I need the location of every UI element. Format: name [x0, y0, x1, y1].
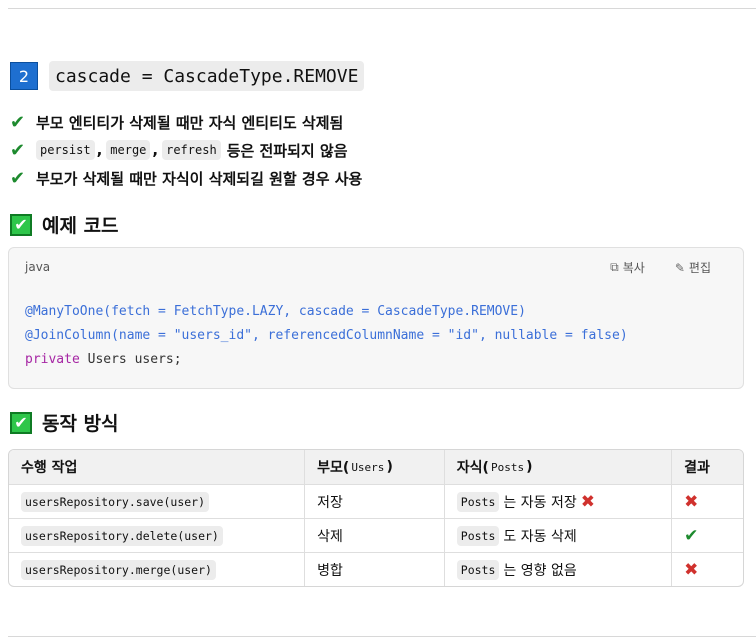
- action-code: usersRepository.delete(user): [21, 525, 223, 546]
- code-chip: refresh: [162, 140, 221, 160]
- code-language: java: [25, 260, 51, 274]
- cross-icon: ✖: [684, 559, 699, 580]
- bullet-text: 부모가 삭제될 때만 자식이 삭제되길 원할 경우 사용: [36, 169, 363, 188]
- section-title: 동작 방식: [42, 413, 119, 435]
- bottom-divider: [8, 636, 756, 637]
- result-cell: ✖: [671, 553, 743, 586]
- parent-cell: 삭제: [304, 519, 444, 552]
- header-child-label: 자식(: [456, 460, 489, 476]
- parent-cell: 병합: [304, 553, 444, 586]
- code-line: private Users users;: [25, 348, 628, 372]
- action-cell: usersRepository.save(user): [9, 485, 304, 518]
- copy-icon: ⧉: [610, 260, 619, 274]
- action-cell: usersRepository.merge(user): [9, 553, 304, 586]
- code-line: @ManyToOne(fetch = FetchType.LAZY, casca…: [25, 304, 526, 319]
- option-heading: 2 cascade = CascadeType.REMOVE: [10, 61, 365, 91]
- child-chip: Posts: [456, 559, 500, 580]
- heading-code: cascade = CascadeType.REMOVE: [49, 61, 365, 91]
- separator: ,: [152, 141, 159, 159]
- code-content: @ManyToOne(fetch = FetchType.LAZY, casca…: [25, 300, 628, 372]
- copy-button[interactable]: ⧉ 복사: [610, 259, 645, 276]
- table-row: usersRepository.delete(user) 삭제 Posts 도 …: [9, 518, 743, 552]
- header-child: 자식(Posts): [443, 450, 671, 484]
- check-icon: ✔: [10, 167, 26, 189]
- code-text: Users users;: [79, 352, 182, 367]
- action-code: usersRepository.save(user): [21, 491, 210, 512]
- bullet-list: ✔ 부모 엔티티가 삭제될 때만 자식 엔티티도 삭제됨 ✔ persist, …: [10, 108, 362, 192]
- code-chip: merge: [106, 140, 151, 160]
- code-keyword: private: [25, 352, 80, 367]
- cross-icon: ✖: [580, 491, 595, 512]
- check-icon: ✔: [10, 139, 26, 161]
- child-chip: Posts: [456, 491, 500, 512]
- edit-icon: ✎: [674, 260, 685, 275]
- child-text: 는 자동 저장: [503, 494, 577, 511]
- check-icon: ✔: [684, 525, 699, 546]
- bullet-item: ✔ persist, merge, refresh 등은 전파되지 않음: [10, 136, 362, 164]
- action-cell: usersRepository.delete(user): [9, 519, 304, 552]
- edit-button[interactable]: ✎ 편집: [675, 259, 711, 276]
- result-cell: ✖: [671, 485, 743, 518]
- bullet-item: ✔ 부모 엔티티가 삭제될 때만 자식 엔티티도 삭제됨: [10, 108, 362, 136]
- child-text: 는 영향 없음: [503, 562, 577, 579]
- header-parent-chip: Users: [351, 460, 385, 474]
- child-cell: Posts 도 자동 삭제: [443, 519, 671, 552]
- top-divider: [8, 8, 756, 9]
- checkbox-check-icon: ✔: [10, 411, 32, 434]
- behavior-heading: ✔ 동작 방식: [10, 409, 119, 436]
- header-result: 결과: [671, 450, 743, 484]
- child-text: 도 자동 삭제: [503, 528, 577, 545]
- table-row: usersRepository.save(user) 저장 Posts 는 자동…: [9, 484, 743, 518]
- behavior-table: 수행 작업 부모(Users) 자식(Posts) 결과 usersReposi…: [8, 449, 744, 587]
- code-line: @JoinColumn(name = "users_id", reference…: [25, 328, 628, 343]
- cross-icon: ✖: [684, 491, 699, 512]
- table-header-row: 수행 작업 부모(Users) 자식(Posts) 결과: [9, 450, 743, 484]
- example-heading: ✔ 예제 코드: [10, 211, 119, 238]
- table-row: usersRepository.merge(user) 병합 Posts 는 영…: [9, 552, 743, 586]
- result-cell: ✔: [671, 519, 743, 552]
- child-cell: Posts 는 영향 없음: [443, 553, 671, 586]
- code-toolbar: ⧉ 복사 ✎ 편집: [610, 259, 711, 276]
- bullet-text: 부모 엔티티가 삭제될 때만 자식 엔티티도 삭제됨: [36, 113, 344, 132]
- section-title: 예제 코드: [42, 215, 119, 237]
- bullet-text: 등은 전파되지 않음: [226, 141, 348, 160]
- check-icon: ✔: [10, 111, 26, 133]
- header-parent-close: ): [386, 459, 393, 475]
- header-parent: 부모(Users): [304, 450, 444, 484]
- header-parent-label: 부모(: [317, 460, 350, 476]
- copy-label: 복사: [622, 261, 645, 275]
- header-child-chip: Posts: [490, 460, 525, 474]
- edit-label: 편집: [688, 261, 711, 275]
- code-chip: persist: [36, 140, 95, 160]
- code-block: java ⧉ 복사 ✎ 편집 @ManyToOne(fetch = FetchT…: [8, 247, 744, 389]
- separator: ,: [96, 141, 103, 159]
- action-code: usersRepository.merge(user): [21, 559, 216, 580]
- number-badge: 2: [10, 62, 38, 90]
- parent-cell: 저장: [304, 485, 444, 518]
- child-cell: Posts 는 자동 저장 ✖: [443, 485, 671, 518]
- header-action: 수행 작업: [21, 460, 78, 476]
- checkbox-check-icon: ✔: [10, 213, 32, 236]
- bullet-item: ✔ 부모가 삭제될 때만 자식이 삭제되길 원할 경우 사용: [10, 164, 362, 192]
- header-child-close: ): [526, 459, 533, 475]
- child-chip: Posts: [456, 525, 500, 546]
